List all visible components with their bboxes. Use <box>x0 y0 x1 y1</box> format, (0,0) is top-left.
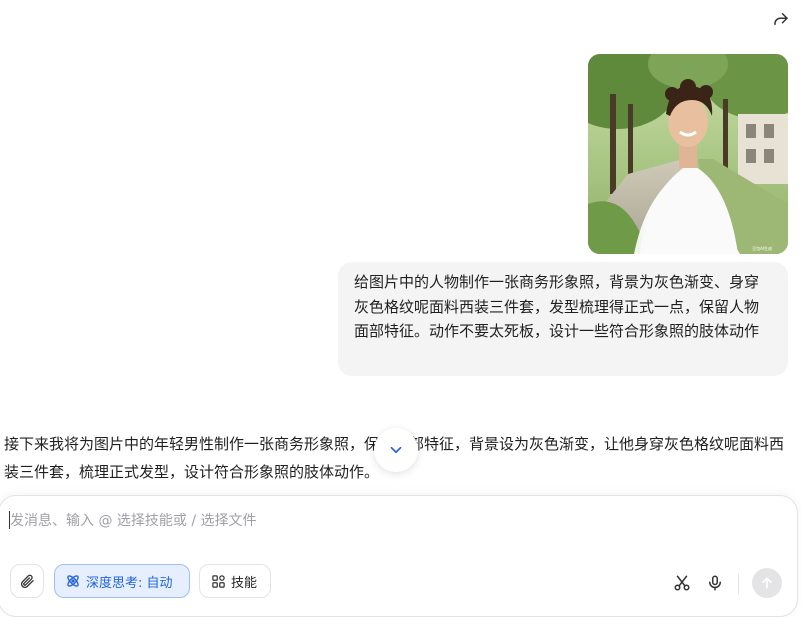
svg-text:豆包AI生成: 豆包AI生成 <box>752 245 772 251</box>
voice-input-button[interactable] <box>704 572 726 594</box>
user-message-bubble: 给图片中的人物制作一张商务形象照，背景为灰色渐变、身穿灰色格纹呢面料西装三件套，… <box>338 262 788 376</box>
message-input[interactable] <box>10 510 610 532</box>
user-uploaded-photo[interactable]: 豆包AI生成 <box>588 54 788 254</box>
scroll-to-bottom-button[interactable] <box>374 428 418 472</box>
send-button[interactable] <box>752 568 782 598</box>
skills-button[interactable]: 技能 <box>199 564 271 598</box>
deep-think-label: 深度思考: 自动 <box>86 575 173 591</box>
screenshot-button[interactable] <box>671 572 693 594</box>
paperclip-icon <box>20 574 34 589</box>
microphone-icon <box>709 575 721 591</box>
share-icon <box>774 13 788 25</box>
toolbar-divider <box>738 574 739 594</box>
share-button[interactable] <box>770 8 792 30</box>
atom-icon <box>67 575 79 587</box>
chevron-down-icon <box>390 446 402 454</box>
scissors-icon <box>674 575 690 591</box>
arrow-up-icon <box>762 577 772 589</box>
deep-think-toggle[interactable]: 深度思考: 自动 <box>54 564 190 598</box>
grid-icon <box>212 574 225 588</box>
message-composer: 深度思考: 自动 技能 <box>0 495 798 617</box>
skills-label: 技能 <box>231 575 258 591</box>
attach-file-button[interactable] <box>10 564 44 598</box>
user-message-text: 给图片中的人物制作一张商务形象照，背景为灰色渐变、身穿灰色格纹呢面料西装三件套，… <box>354 273 760 341</box>
